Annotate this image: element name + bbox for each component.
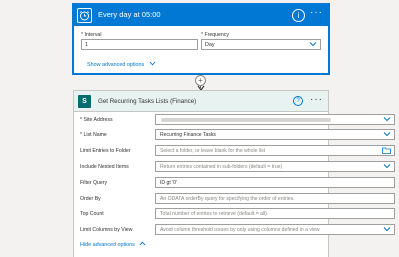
chevron-down-icon xyxy=(383,227,391,232)
hide-advanced-options-link[interactable]: Hide advanced options xyxy=(80,241,146,248)
list-name-value: Recurring Finance Tasks xyxy=(160,132,216,138)
help-icon[interactable]: ? xyxy=(293,96,303,106)
site-address-select[interactable] xyxy=(155,114,395,125)
more-options-icon[interactable]: ··· xyxy=(310,94,323,105)
limit-columns-view-placeholder: Avoid column threshold issues by only us… xyxy=(160,227,320,233)
get-items-header[interactable]: S Get Recurring Tasks Lists (Finance) ? … xyxy=(74,91,328,112)
order-by-label: Order By xyxy=(80,196,101,202)
list-name-select[interactable]: Recurring Finance Tasks xyxy=(155,129,395,140)
top-count-label: Top Count xyxy=(80,211,104,217)
include-nested-items-placeholder: Return entries contained in sub-folders … xyxy=(160,164,283,170)
folder-icon[interactable] xyxy=(382,147,391,154)
recurrence-title: Every day at 05:00 xyxy=(98,10,161,19)
site-address-label: * Site Address xyxy=(80,117,113,123)
chevron-down-icon xyxy=(149,61,156,66)
chevron-down-icon xyxy=(309,42,317,47)
limit-columns-view-select[interactable]: Avoid column threshold issues by only us… xyxy=(155,224,395,235)
list-name-label: * List Name xyxy=(80,132,107,138)
info-icon[interactable]: i xyxy=(292,9,305,22)
include-nested-items-select[interactable]: Return entries contained in sub-folders … xyxy=(155,161,395,172)
show-advanced-options-link[interactable]: Show advanced options xyxy=(87,61,156,68)
interval-label: * Interval xyxy=(81,32,102,38)
frequency-value: Day xyxy=(205,42,215,48)
limit-entries-folder-placeholder: Select a folder, or leave blank for the … xyxy=(160,148,266,154)
hide-advanced-label: Hide advanced options xyxy=(80,242,135,248)
sharepoint-icon: S xyxy=(78,95,91,108)
get-items-title: Get Recurring Tasks Lists (Finance) xyxy=(98,98,197,105)
recurrence-header[interactable]: Every day at 05:00 i ··· xyxy=(74,5,328,26)
chevron-down-icon xyxy=(383,117,391,122)
clock-icon xyxy=(77,8,92,23)
frequency-select[interactable]: Day xyxy=(201,39,321,50)
chevron-down-icon xyxy=(383,164,391,169)
top-count-input[interactable]: Total number of entries to retrieve (def… xyxy=(155,208,395,219)
more-options-icon[interactable]: ··· xyxy=(310,7,323,18)
limit-columns-view-label: Limit Columns by View xyxy=(80,227,133,233)
chevron-up-icon xyxy=(140,241,146,246)
show-advanced-label: Show advanced options xyxy=(87,62,145,68)
frequency-label: * Frequency xyxy=(201,32,229,38)
order-by-input[interactable]: An ODATA orderBy query for specifying th… xyxy=(155,193,395,204)
get-items-card[interactable]: S Get Recurring Tasks Lists (Finance) ? … xyxy=(73,90,395,257)
site-address-redacted xyxy=(161,118,331,122)
chevron-down-icon xyxy=(383,132,391,137)
filter-query-label: Filter Query xyxy=(80,180,108,186)
interval-input[interactable]: 1 xyxy=(81,39,198,50)
limit-entries-folder-label: Limit Entries to Folder xyxy=(80,148,131,154)
limit-entries-folder-input[interactable]: Select a folder, or leave blank for the … xyxy=(155,145,395,156)
recurrence-card[interactable]: Every day at 05:00 i ··· * Interval 1 * … xyxy=(73,4,329,74)
include-nested-items-label: Include Nested Items xyxy=(80,164,129,170)
filter-query-input[interactable]: ID gt '0' xyxy=(155,177,395,188)
